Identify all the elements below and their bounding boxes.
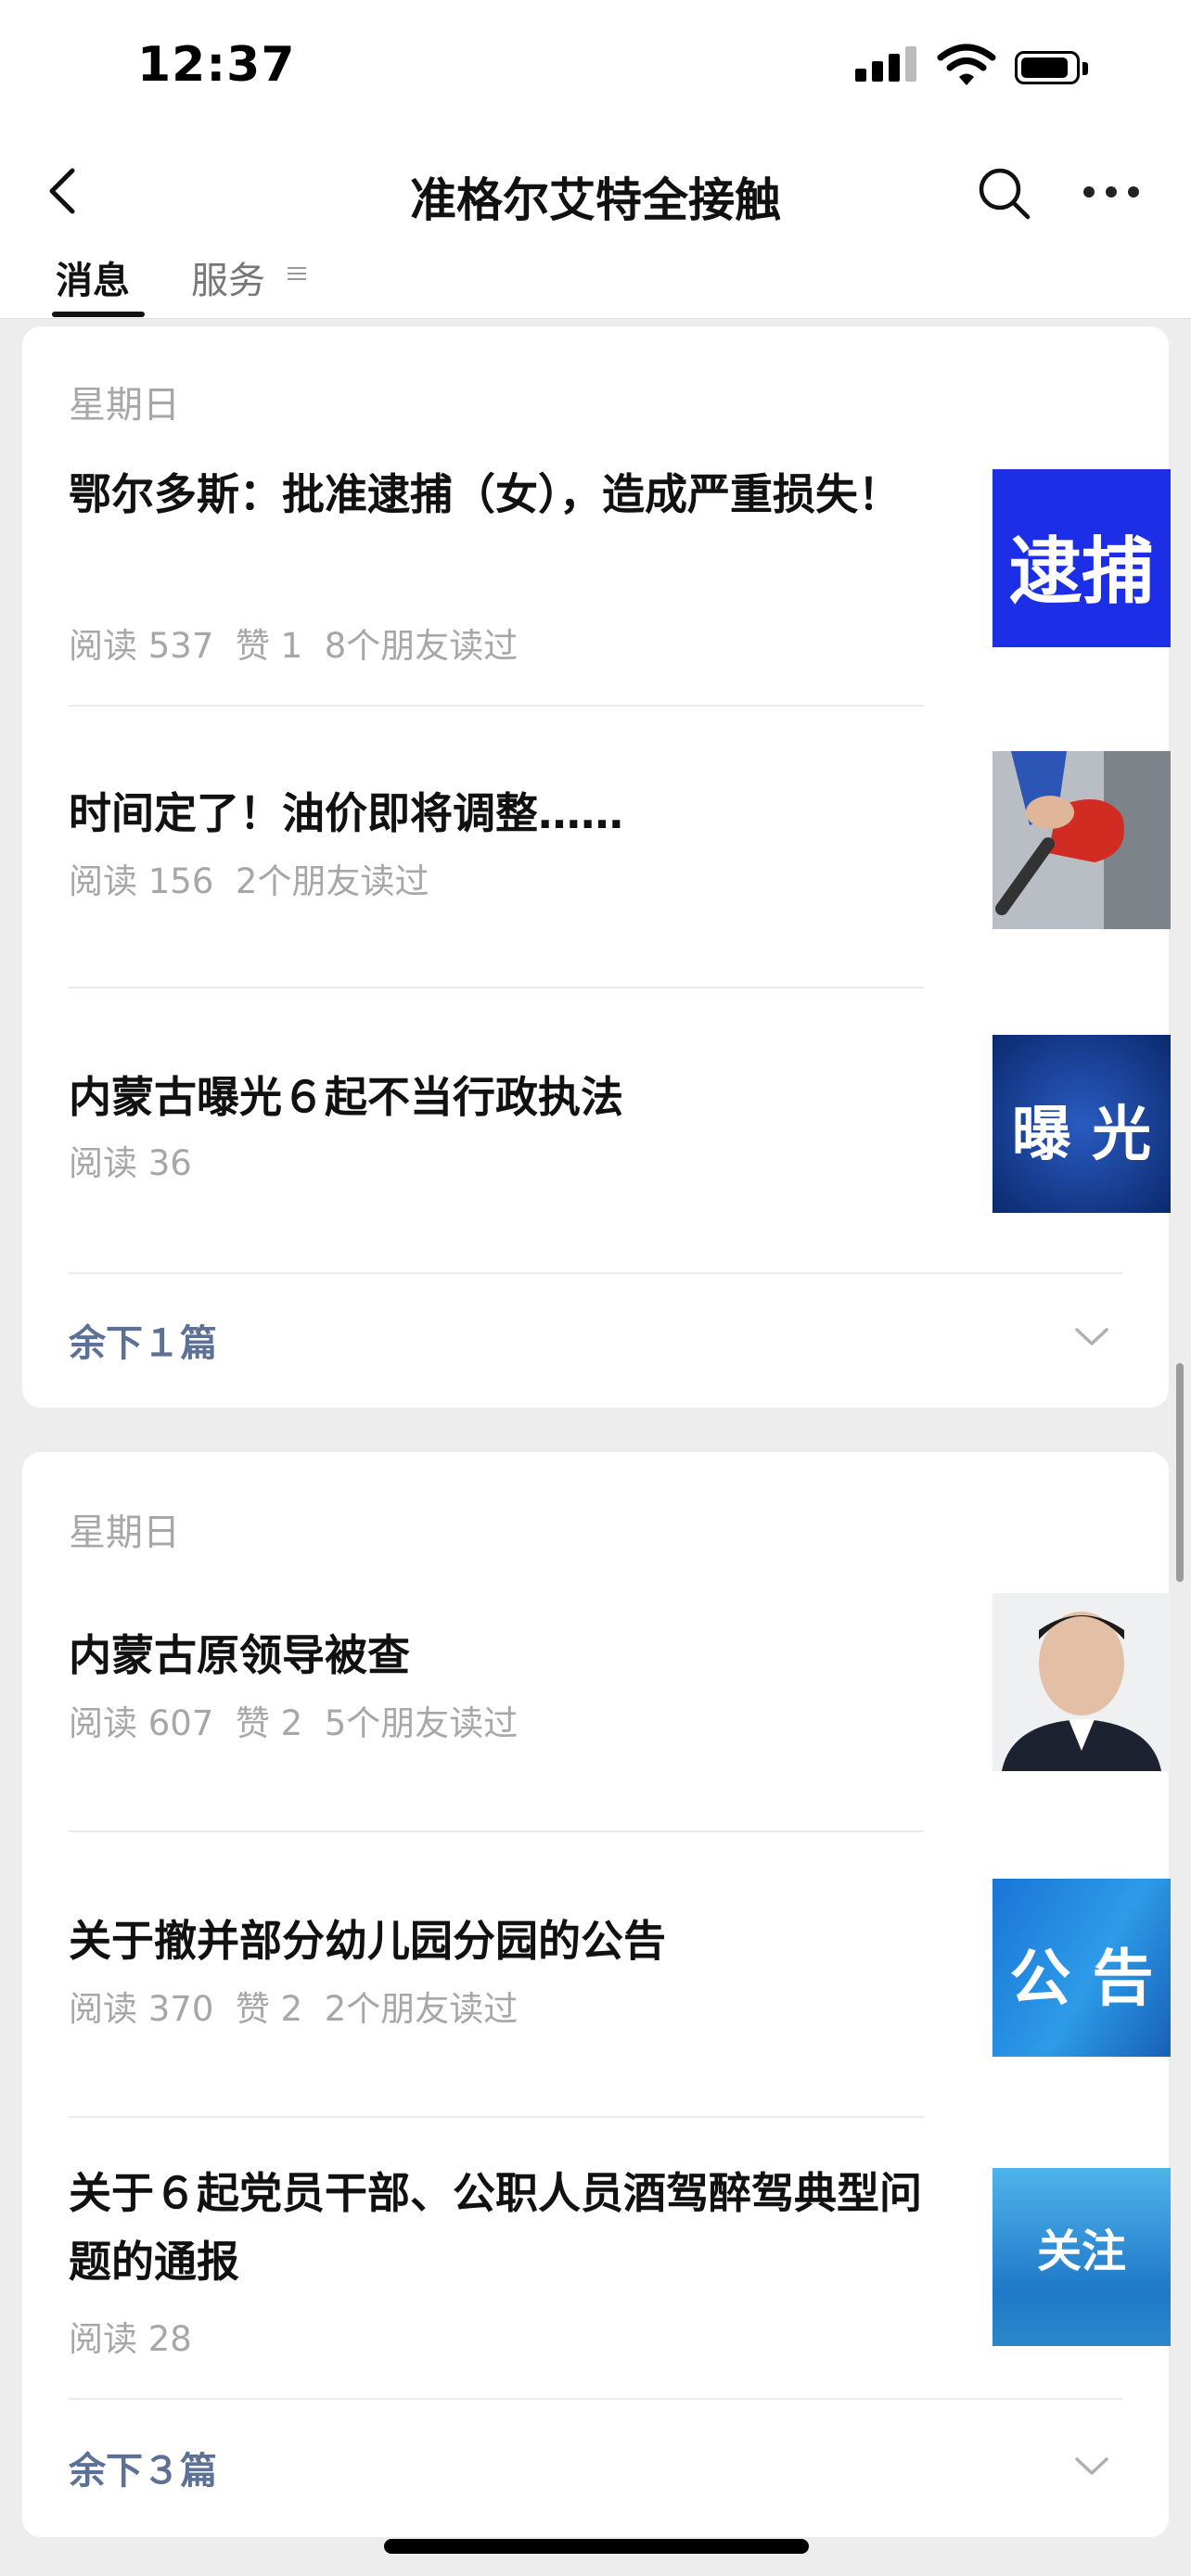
thumbnail-text: 关注 [1036, 2225, 1126, 2277]
divider [69, 705, 924, 707]
tab-services[interactable]: 服务 [191, 250, 265, 304]
divider [69, 1830, 924, 1832]
tab-messages[interactable]: 消息 [56, 250, 130, 304]
article-title[interactable]: 鄂尔多斯：批准逮捕（女），造成严重损失！ [69, 460, 922, 529]
group-date: 星期日 [69, 384, 180, 427]
status-bar: 12:37 [0, 0, 1191, 130]
article-meta: 阅读 36 [69, 1143, 192, 1183]
battery-icon [1015, 51, 1088, 84]
menu-lines-icon[interactable] [288, 267, 306, 280]
active-tab-indicator [52, 312, 145, 317]
article-item[interactable]: 时间定了！油价即将调整…… 阅读 156 2个朋友读过 [69, 751, 1171, 964]
article-meta: 阅读 370 赞 2 2个朋友读过 [69, 1989, 519, 2029]
article-thumbnail[interactable] [992, 1593, 1171, 1771]
status-time: 12:37 [137, 37, 296, 93]
article-thumbnail[interactable] [992, 751, 1171, 929]
divider [69, 1272, 1122, 1274]
wifi-icon [937, 44, 996, 85]
article-title[interactable]: 内蒙古原领导被查 [69, 1621, 922, 1690]
search-icon[interactable] [974, 163, 1033, 223]
portrait-image [992, 1593, 1171, 1771]
article-item[interactable]: 关于６起党员干部、公职人员酒驾醉驾典型问题的通报 阅读 28 关注 [69, 2159, 1171, 2381]
article-thumbnail[interactable]: 关注 [992, 2168, 1171, 2346]
fuel-nozzle-image [992, 751, 1171, 929]
article-title[interactable]: 时间定了！油价即将调整…… [69, 779, 922, 848]
remaining-articles-link[interactable]: 余下１篇 [69, 1313, 217, 1367]
thumbnail-text: 逮捕 [1008, 530, 1154, 614]
article-item[interactable]: 鄂尔多斯：批准逮捕（女），造成严重损失！ 阅读 537 赞 1 8个朋友读过 逮… [69, 460, 1171, 701]
chevron-down-icon[interactable] [1074, 2455, 1109, 2478]
remaining-articles-link[interactable]: 余下３篇 [69, 2441, 217, 2494]
message-group-card: 星期日 内蒙古原领导被查 阅读 607 赞 2 5个朋友读过 关于撤并部分幼儿园… [22, 1452, 1171, 2537]
thumbnail-text: 公 告 [1009, 1943, 1154, 2014]
group-date: 星期日 [69, 1511, 180, 1554]
article-meta: 阅读 537 赞 1 8个朋友读过 [69, 626, 519, 666]
chevron-down-icon[interactable] [1074, 1326, 1109, 1348]
article-meta: 阅读 28 [69, 2319, 192, 2359]
article-meta: 阅读 156 2个朋友读过 [69, 861, 429, 901]
article-thumbnail[interactable]: 曝 光 [992, 1035, 1171, 1213]
divider [69, 2398, 1122, 2400]
message-group-card: 星期日 鄂尔多斯：批准逮捕（女），造成严重损失！ 阅读 537 赞 1 8个朋友… [22, 326, 1171, 1408]
article-title[interactable]: 关于撤并部分幼儿园分园的公告 [69, 1906, 922, 1975]
home-indicator[interactable] [384, 2539, 809, 2554]
divider [69, 987, 924, 988]
article-thumbnail[interactable]: 逮捕 [992, 469, 1171, 647]
scrollbar[interactable] [1176, 1363, 1184, 1582]
nav-bar: 准格尔艾特全接触 [0, 130, 1191, 250]
article-item[interactable]: 内蒙古曝光６起不当行政执法 阅读 36 曝 光 [69, 1035, 1171, 1239]
article-title[interactable]: 关于６起党员干部、公职人员酒驾醉驾典型问题的通报 [69, 2159, 922, 2296]
thumbnail-text: 曝 光 [1011, 1101, 1152, 1169]
divider [69, 2116, 924, 2118]
article-item[interactable]: 内蒙古原领导被查 阅读 607 赞 2 5个朋友读过 [69, 1593, 1171, 1806]
article-thumbnail[interactable]: 公 告 [992, 1879, 1171, 2057]
article-title[interactable]: 内蒙古曝光６起不当行政执法 [69, 1063, 922, 1131]
tab-bar: 消息 服务 [0, 250, 1191, 319]
article-item[interactable]: 关于撤并部分幼儿园分园的公告 阅读 370 赞 2 2个朋友读过 公 告 [69, 1879, 1171, 2092]
more-dots-icon[interactable] [1083, 182, 1139, 200]
article-meta: 阅读 607 赞 2 5个朋友读过 [69, 1703, 519, 1743]
